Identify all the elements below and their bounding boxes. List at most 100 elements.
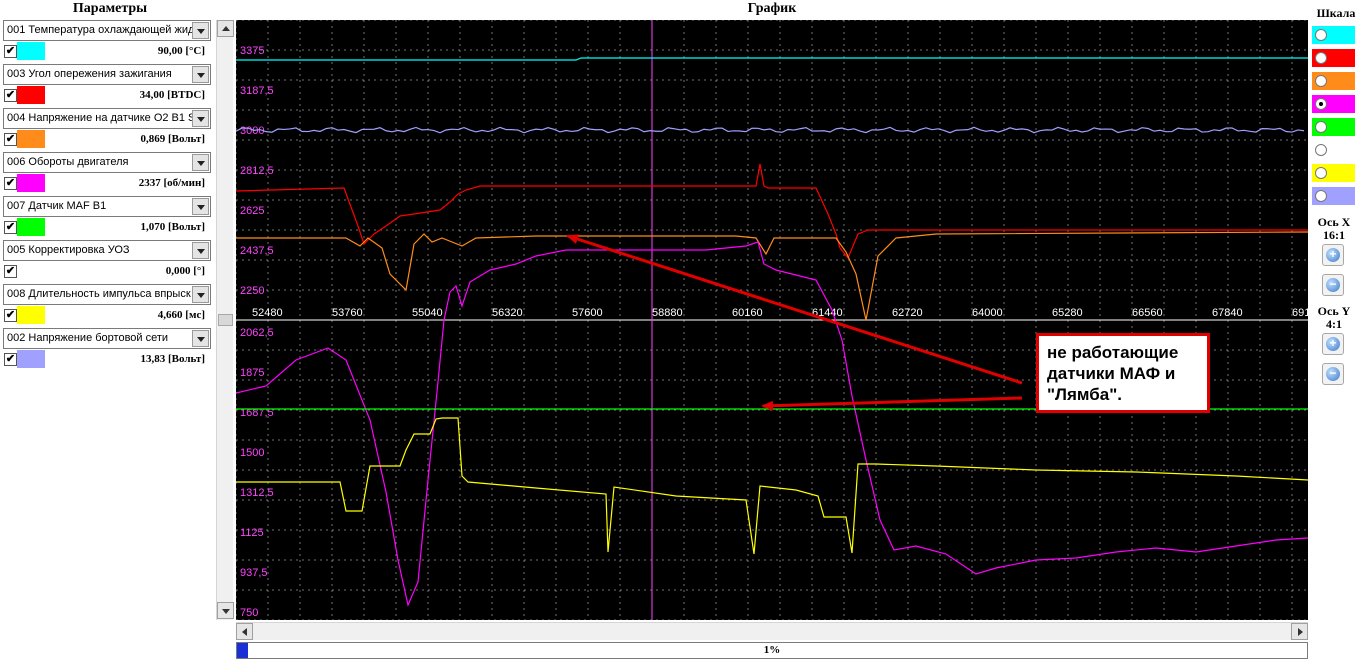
x-tick-label: 61440 [812,307,843,319]
chevron-down-icon[interactable] [192,66,209,83]
param-name: 003 Угол опережения зажигания [7,68,172,80]
param-select-2[interactable]: 003 Угол опережения зажигания [3,64,211,85]
y-tick-label-bottom: 937,5 [240,567,268,579]
chevron-down-icon[interactable] [192,242,209,259]
param-select-1[interactable]: 001 Температура охлаждающей жид [3,20,211,41]
param-color-swatch [17,42,45,60]
plus-icon: + [1326,337,1340,351]
y-tick-label-top: 3000 [240,125,264,137]
scale-radio[interactable] [1315,144,1327,156]
scale-radio[interactable] [1315,121,1327,133]
annotation-line-1: не работающие [1047,343,1179,362]
param-checkbox[interactable]: ✔ [4,45,17,58]
chevron-down-icon[interactable] [192,22,209,39]
param-checkbox[interactable]: ✔ [4,265,17,278]
y-zoom-out-button[interactable]: − [1322,363,1344,385]
param-value-row-1: ✔ 90,00 [°C] [3,41,211,62]
scale-swatch-6[interactable] [1312,141,1355,159]
graph-svg: 3375 3187,5 3000 2812,5 2625 2437,5 2250 2062,5… [236,20,1308,620]
param-color-swatch [17,262,45,280]
param-color-swatch [17,174,45,192]
param-select-5[interactable]: 007 Датчик MAF B1 [3,196,211,217]
scale-radio[interactable] [1315,190,1327,202]
param-select-8[interactable]: 002 Напряжение бортовой сети [3,328,211,349]
param-value-row-6: ✔ 0,000 [°] [3,261,211,282]
param-checkbox[interactable]: ✔ [4,89,17,102]
chevron-down-icon[interactable] [192,286,209,303]
param-checkbox[interactable]: ✔ [4,221,17,234]
param-name: 008 Длительность импульса впрыск [7,288,191,300]
scale-radio[interactable] [1315,98,1327,110]
param-select-7[interactable]: 008 Длительность импульса впрыск [3,284,211,305]
scale-panel-title: Шкала [1316,6,1356,20]
param-combo[interactable]: 003 Угол опережения зажигания [3,64,211,85]
scale-swatch-5[interactable] [1312,118,1355,136]
x-tick-label: 60160 [732,307,763,319]
param-checkbox[interactable]: ✔ [4,177,17,190]
param-combo[interactable]: 004 Напряжение на датчике O2 B1 S [3,108,211,129]
param-combo[interactable]: 005 Корректировка УОЗ [3,240,211,261]
scale-radio[interactable] [1315,75,1327,87]
scale-swatch-1[interactable] [1312,26,1355,44]
param-color-swatch [17,306,45,324]
y-tick-label-bottom: 1875 [240,367,264,379]
chevron-down-icon[interactable] [192,198,209,215]
param-color-swatch [17,86,45,104]
series-injection-pulse [236,417,1308,555]
horizontal-scrollbar[interactable] [236,622,1308,640]
annotation-line-2: датчики МАФ и [1047,364,1176,383]
x-zoom-out-button[interactable]: − [1322,274,1344,296]
param-value: 13,83 [Вольт] [140,353,206,365]
chevron-down-icon[interactable] [192,154,209,171]
param-checkbox[interactable]: ✔ [4,133,17,146]
chevron-down-icon[interactable] [192,110,209,127]
series-coolant-temp [236,57,1308,61]
app-window: Параметры 001 Температура охлаждающей жи… [0,0,1361,663]
param-value-row-7: ✔ 4,660 [мс] [3,305,211,326]
scale-radio[interactable] [1315,167,1327,179]
y-tick-label-top: 3187,5 [240,85,274,97]
series-ignition-advance [236,163,1308,260]
y-tick-label-bottom: 1500 [240,447,264,459]
param-value: 90,00 [°C] [157,45,205,57]
param-checkbox[interactable]: ✔ [4,353,17,366]
param-name: 002 Напряжение бортовой сети [7,332,169,344]
scroll-up-button[interactable] [217,20,234,37]
y-tick-label-bottom: 2062,5 [240,327,274,339]
param-select-4[interactable]: 006 Обороты двигателя [3,152,211,173]
y-tick-label-top: 2625 [240,205,264,217]
param-select-3[interactable]: 004 Напряжение на датчике O2 B1 S [3,108,211,129]
param-combo[interactable]: 008 Длительность импульса впрыск [3,284,211,305]
x-tick-label: 52480 [252,307,283,319]
y-tick-label-top: 2437,5 [240,245,274,257]
scale-swatch-2[interactable] [1312,49,1355,67]
graph-plot-area[interactable]: 3375 3187,5 3000 2812,5 2625 2437,5 2250 2062,5… [236,20,1308,620]
scroll-down-button[interactable] [217,602,234,619]
y-tick-label-bottom: 750 [240,607,258,619]
x-zoom-in-button[interactable]: + [1322,244,1344,266]
scroll-right-button[interactable] [1291,623,1308,640]
params-panel-title: Параметры [72,1,148,16]
param-combo[interactable]: 001 Температура охлаждающей жид [3,20,211,41]
param-value: 2337 [об/мин] [138,177,205,189]
scale-swatch-7[interactable] [1312,164,1355,182]
param-combo[interactable]: 007 Датчик MAF B1 [3,196,211,217]
scroll-left-button[interactable] [236,623,253,640]
annotation-line-3: "Лямба". [1047,385,1122,404]
y-zoom-in-button[interactable]: + [1322,333,1344,355]
x-tick-label: 691 [1292,307,1308,319]
scale-swatch-8[interactable] [1312,187,1355,205]
param-combo[interactable]: 006 Обороты двигателя [3,152,211,173]
chevron-down-icon[interactable] [192,330,209,347]
scale-radio[interactable] [1315,52,1327,64]
scale-swatch-4[interactable] [1312,95,1355,113]
scale-swatch-3[interactable] [1312,72,1355,90]
param-value-row-4: ✔ 2337 [об/мин] [3,173,211,194]
scroll-thumb[interactable] [218,314,233,326]
x-tick-label: 67840 [1212,307,1243,319]
scale-radio[interactable] [1315,29,1327,41]
param-select-6[interactable]: 005 Корректировка УОЗ [3,240,211,261]
param-combo[interactable]: 002 Напряжение бортовой сети [3,328,211,349]
vertical-scrollbar[interactable] [216,20,234,620]
param-checkbox[interactable]: ✔ [4,309,17,322]
